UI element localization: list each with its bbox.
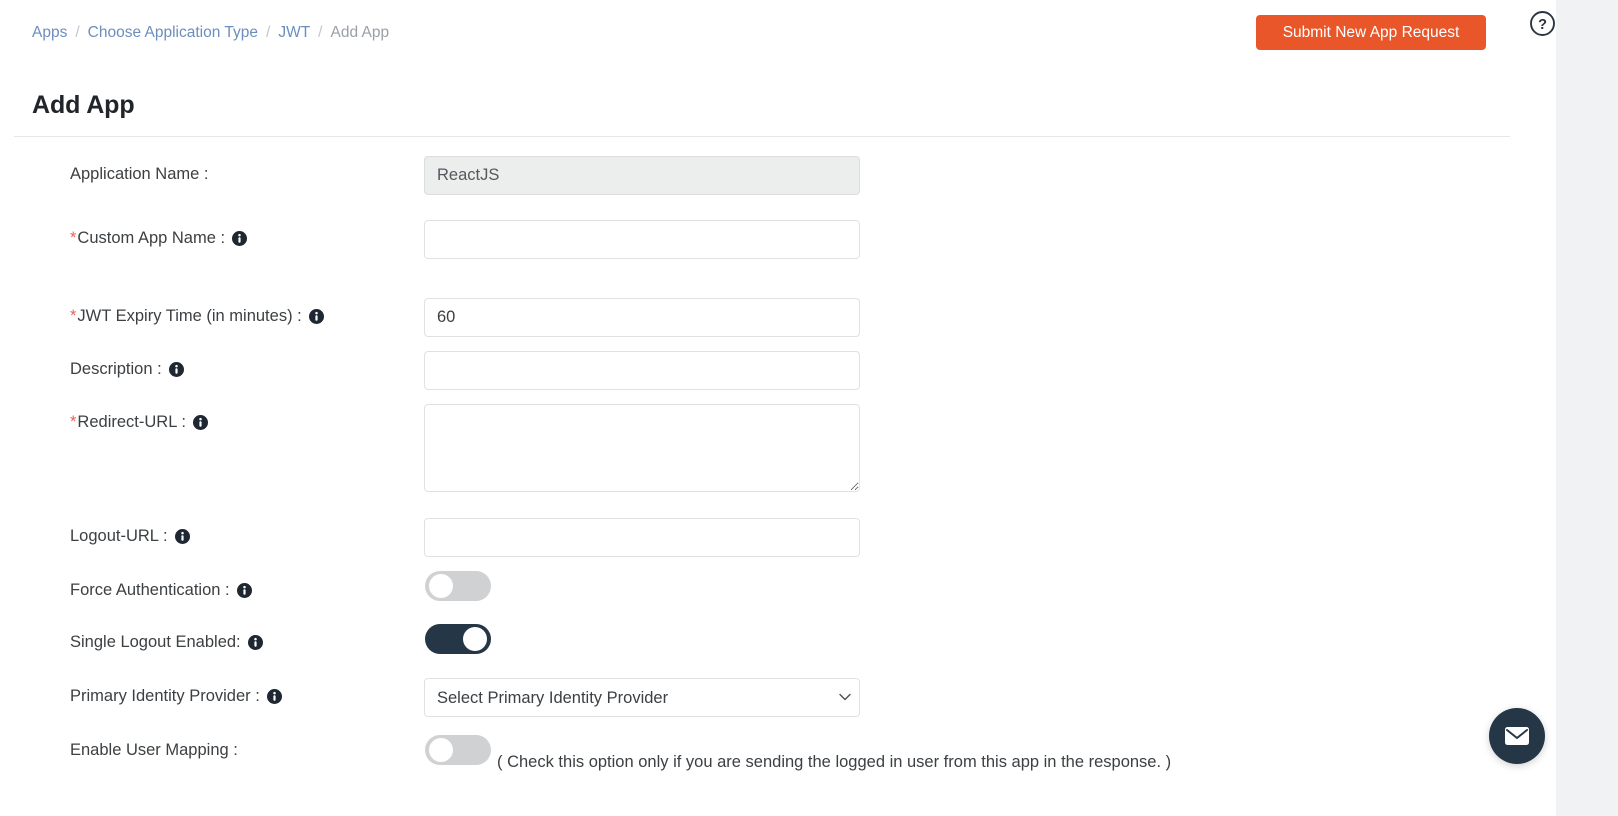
- info-icon[interactable]: [266, 689, 282, 704]
- enable-user-mapping-toggle[interactable]: [425, 735, 491, 765]
- label-custom-app-name: * Custom App Name :: [70, 229, 248, 248]
- label-single-logout-enabled: Single Logout Enabled:: [70, 633, 263, 652]
- label-primary-identity-provider: Primary Identity Provider :: [70, 687, 282, 706]
- application-name-input: [424, 156, 860, 195]
- label-primary-identity-provider-text: Primary Identity Provider :: [70, 687, 260, 705]
- custom-app-name-input[interactable]: [424, 220, 860, 259]
- info-icon[interactable]: [308, 309, 324, 324]
- label-force-authentication-text: Force Authentication :: [70, 581, 230, 599]
- chat-widget-button[interactable]: [1489, 708, 1545, 764]
- label-enable-user-mapping: Enable User Mapping :: [70, 741, 238, 760]
- toggle-knob: [463, 627, 487, 651]
- label-jwt-expiry-time: * JWT Expiry Time (in minutes) :: [70, 307, 324, 326]
- label-enable-user-mapping-text: Enable User Mapping :: [70, 741, 238, 759]
- page-right-gutter: [1556, 0, 1618, 816]
- page-root: Apps / Choose Application Type / JWT / A…: [0, 0, 1618, 816]
- envelope-icon: [1505, 727, 1529, 745]
- label-force-authentication: Force Authentication :: [70, 581, 252, 600]
- force-authentication-toggle[interactable]: [425, 571, 491, 601]
- single-logout-enabled-toggle[interactable]: [425, 624, 491, 654]
- jwt-expiry-time-input[interactable]: [424, 298, 860, 337]
- content-pane: Apps / Choose Application Type / JWT / A…: [0, 0, 1556, 816]
- label-application-name-text: Application Name :: [70, 165, 209, 183]
- label-logout-url-text: Logout-URL :: [70, 527, 168, 545]
- info-icon[interactable]: [232, 231, 248, 246]
- label-single-logout-enabled-text: Single Logout Enabled:: [70, 633, 241, 651]
- toggle-knob: [429, 738, 453, 762]
- label-application-name: Application Name :: [70, 165, 209, 184]
- primary-identity-provider-select[interactable]: Select Primary Identity Provider: [424, 678, 860, 717]
- label-redirect-url: * Redirect-URL :: [70, 413, 208, 432]
- redirect-url-textarea[interactable]: [424, 404, 860, 492]
- required-asterisk: *: [70, 229, 77, 247]
- toggle-knob: [429, 574, 453, 598]
- logout-url-input[interactable]: [424, 518, 860, 557]
- label-jwt-expiry-time-text: JWT Expiry Time (in minutes) :: [77, 307, 302, 325]
- label-description-text: Description :: [70, 360, 162, 378]
- info-icon[interactable]: [236, 583, 252, 598]
- required-asterisk: *: [70, 413, 77, 431]
- info-icon[interactable]: [168, 362, 184, 377]
- enable-user-mapping-helper-text: ( Check this option only if you are send…: [497, 753, 1172, 771]
- description-input[interactable]: [424, 351, 860, 390]
- info-icon[interactable]: [174, 529, 190, 544]
- label-logout-url: Logout-URL :: [70, 527, 190, 546]
- info-icon[interactable]: [192, 415, 208, 430]
- label-custom-app-name-text: Custom App Name :: [77, 229, 226, 247]
- required-asterisk: *: [70, 307, 77, 325]
- info-icon[interactable]: [247, 635, 263, 650]
- label-description: Description :: [70, 360, 184, 379]
- add-app-form: Application Name : * Custom App Name :: [0, 0, 1556, 816]
- label-redirect-url-text: Redirect-URL :: [77, 413, 186, 431]
